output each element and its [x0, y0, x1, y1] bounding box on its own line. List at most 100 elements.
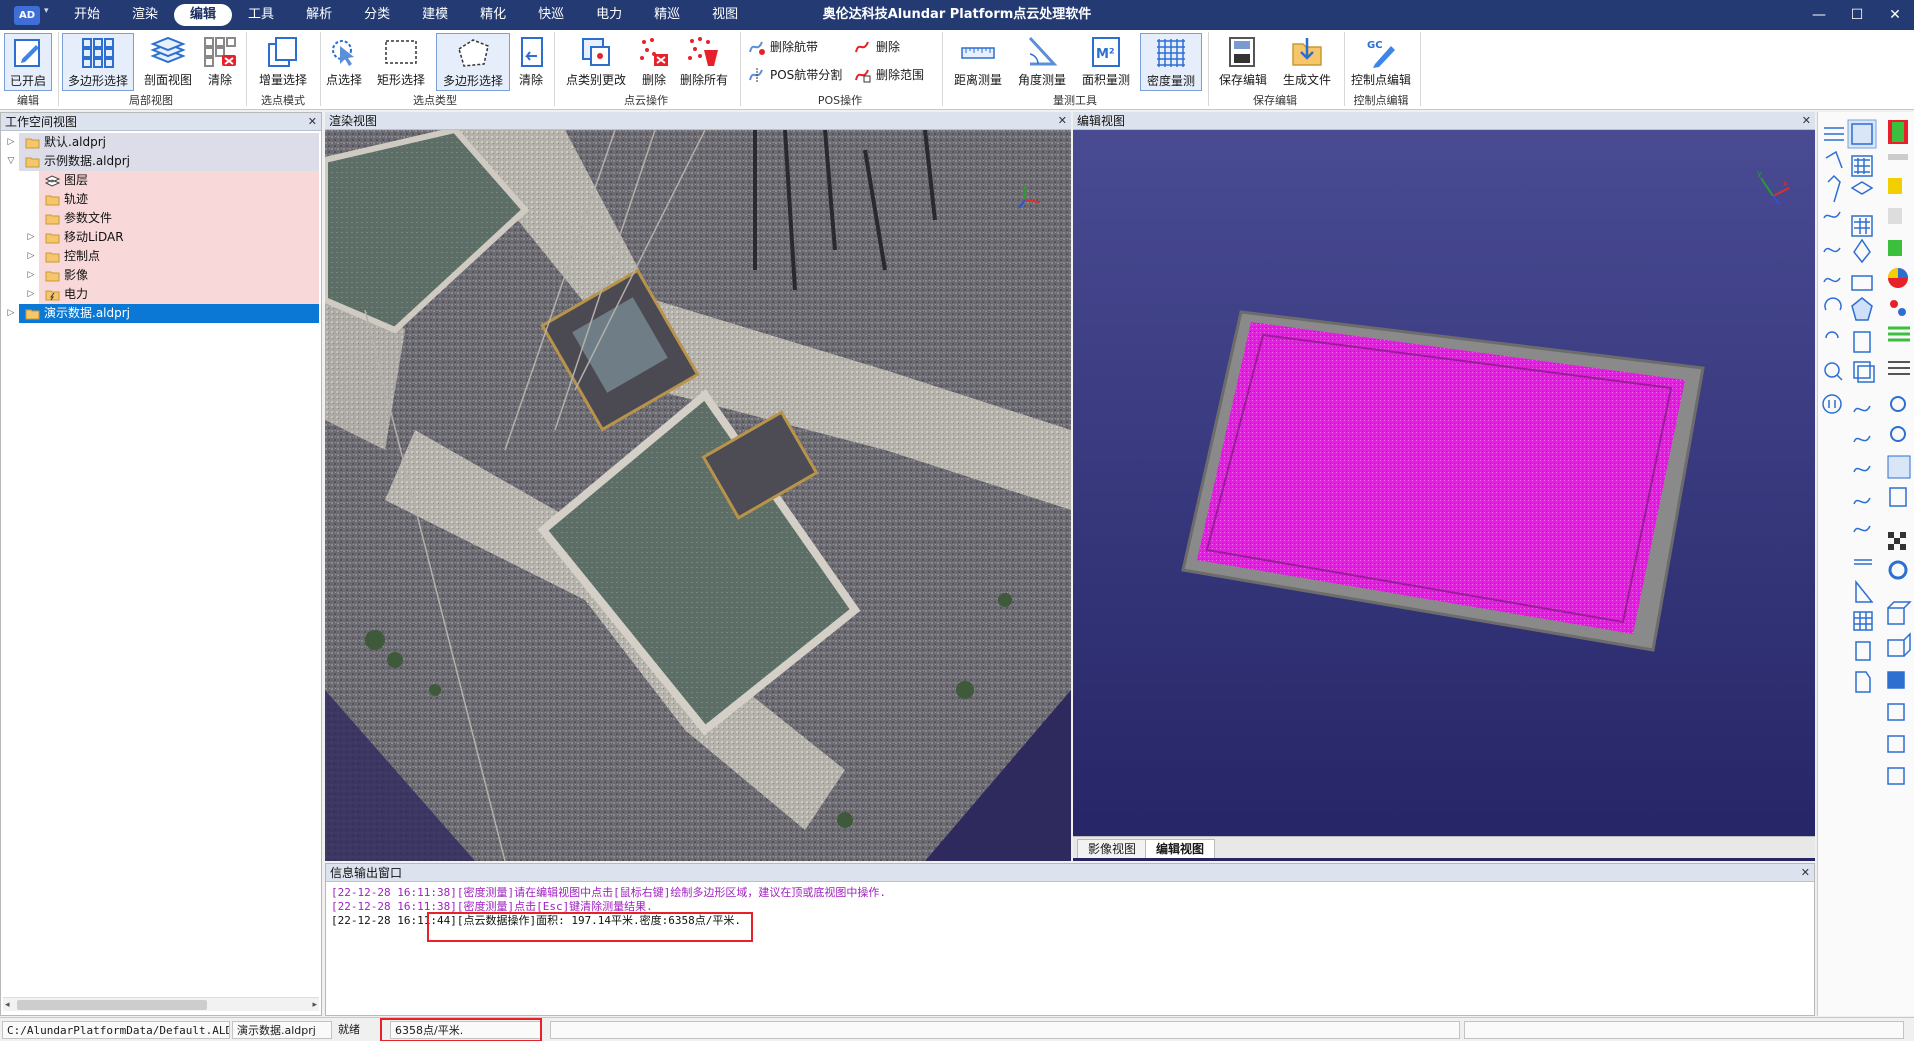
angle-measure-button[interactable]: 角度测量: [1012, 33, 1072, 91]
delete-points-label: 删除: [641, 73, 666, 87]
layers-icon: [150, 36, 186, 68]
distance-measure-button[interactable]: 距离测量: [948, 33, 1008, 91]
menu-tab-3[interactable]: 工具: [232, 4, 290, 26]
delete-pos-button[interactable]: 删除: [852, 36, 900, 58]
menu-tab-8[interactable]: 快巡: [522, 4, 580, 26]
menu-tab-2[interactable]: 编辑: [174, 4, 233, 26]
scroll-right-icon[interactable]: ▸: [312, 998, 317, 1012]
view-tab-strip: 影像视图 编辑视图: [1073, 836, 1815, 858]
angle-measure-label: 角度测量: [1017, 73, 1066, 87]
profile-view-button[interactable]: 剖面视图: [138, 33, 198, 91]
incremental-select-button[interactable]: 增量选择: [252, 33, 314, 91]
delete-range-button[interactable]: 删除范围: [852, 64, 924, 86]
close-icon[interactable]: ✕: [1801, 864, 1810, 882]
angle-icon: [1024, 36, 1060, 68]
poly-select-button[interactable]: 多边形选择: [436, 33, 510, 91]
svg-text:M²: M²: [1096, 47, 1115, 62]
expand-right-icon[interactable]: ▷: [5, 304, 17, 323]
menu-tab-6[interactable]: 建模: [406, 4, 464, 26]
control-point-edit-button[interactable]: GC 控制点编辑: [1348, 33, 1414, 91]
expand-right-icon[interactable]: ▷: [25, 266, 37, 285]
expand-right-icon[interactable]: ▷: [25, 228, 37, 247]
save-edit-button[interactable]: 保存编辑: [1212, 33, 1274, 91]
tree-item-label: 控制点: [64, 249, 101, 263]
edit-view-header: 编辑视图 ✕: [1073, 112, 1815, 130]
rect-select-button[interactable]: 矩形选择: [370, 33, 432, 91]
tree-item[interactable]: ▽ 示例数据.aldprj: [3, 152, 319, 171]
tree-item[interactable]: ▷ 演示数据.aldprj: [3, 304, 319, 323]
menu-tab-10[interactable]: 精巡: [638, 4, 696, 26]
highlight-box-log: [427, 912, 753, 942]
render-view-header: 渲染视图 ✕: [325, 112, 1071, 130]
app-logo[interactable]: AD: [14, 6, 40, 25]
close-icon[interactable]: ✕: [1058, 112, 1067, 130]
tree-item-label: 图层: [64, 173, 89, 187]
render-view-title: 渲染视图: [329, 114, 378, 128]
menu-tab-4[interactable]: 解析: [290, 4, 348, 26]
expand-right-icon[interactable]: ▷: [5, 133, 17, 152]
edit-canvas[interactable]: x y: [1073, 130, 1815, 836]
gc-pen-icon: GC: [1363, 36, 1399, 68]
maximize-button[interactable]: ☐: [1838, 0, 1876, 30]
tree-item[interactable]: 轨迹: [3, 190, 319, 209]
control-point-edit-label: 控制点编辑: [1350, 73, 1411, 87]
menu-tab-11[interactable]: 视图: [696, 4, 754, 26]
rect-select-label: 矩形选择: [376, 73, 425, 87]
delete-all-button[interactable]: 删除所有: [676, 33, 732, 91]
edit-view-title: 编辑视图: [1077, 114, 1126, 128]
tree-item[interactable]: ▷ 移动LiDAR: [3, 228, 319, 247]
close-icon[interactable]: ✕: [1802, 112, 1811, 130]
render-canvas[interactable]: [325, 130, 1071, 861]
expand-right-icon[interactable]: ▷: [25, 247, 37, 266]
close-button[interactable]: ✕: [1876, 0, 1914, 30]
menu-tab-1[interactable]: 渲染: [116, 4, 174, 26]
app-window: AD ▾ 开始 渲染 编辑 工具 解析 分类 建模 精化 快巡 电力 精巡 视图 奥伦达科技Alund…: [0, 0, 1914, 1041]
menu-tab-5[interactable]: 分类: [348, 4, 406, 26]
tree-item[interactable]: ▷ 默认.aldprj: [3, 133, 319, 152]
tree-item-label: 默认.aldprj: [44, 135, 107, 149]
tab-image-view[interactable]: 影像视图: [1077, 839, 1148, 858]
ribbon-divider: [1208, 32, 1209, 106]
enabled-button[interactable]: 已开启: [4, 33, 52, 91]
tree-item[interactable]: ▷ 电力: [3, 285, 319, 304]
delete-strip-button[interactable]: 删除航带: [746, 36, 818, 58]
quick-access-arrow-icon[interactable]: ▾: [44, 6, 49, 16]
tab-edit-view[interactable]: 编辑视图: [1145, 839, 1216, 858]
menu-tab-9[interactable]: 电力: [580, 4, 638, 26]
poly-select-partial-button[interactable]: 多边形选择: [62, 33, 134, 91]
folder-icon: [45, 212, 60, 225]
clear-select-button[interactable]: 清除: [514, 33, 548, 91]
menu-tab-0[interactable]: 开始: [58, 4, 116, 26]
tree-item-label: 示例数据.aldprj: [44, 154, 131, 168]
close-icon[interactable]: ✕: [308, 113, 317, 131]
undo-doc-icon: [514, 36, 550, 68]
tree-item[interactable]: 参数文件: [3, 209, 319, 228]
expand-down-icon[interactable]: ▽: [5, 152, 17, 171]
tree-item[interactable]: ▷ 影像: [3, 266, 319, 285]
area-measure-button[interactable]: M² 面积量测: [1076, 33, 1136, 91]
tree-item[interactable]: ▷ 控制点: [3, 247, 319, 266]
point-class-change-button[interactable]: 点类别更改: [560, 33, 632, 91]
clear-partial-button[interactable]: 清除: [200, 33, 240, 91]
density-measure-button[interactable]: 密度量测: [1140, 33, 1202, 91]
tree-item-label: 演示数据.aldprj: [44, 306, 131, 320]
highlight-box-status: [380, 1018, 542, 1041]
log-output-panel: 信息输出窗口 ✕ [22-12-28 16:11:38][密度测量]请在编辑视图…: [325, 863, 1815, 1016]
clear-select-label: 清除: [518, 73, 543, 87]
point-select-label: 点选择: [325, 73, 362, 87]
pos-strip-split-button[interactable]: POS航带分割: [746, 64, 842, 86]
folder-download-icon: [1289, 36, 1325, 68]
expand-right-icon[interactable]: ▷: [25, 285, 37, 304]
ribbon-divider: [320, 32, 321, 106]
tree-item[interactable]: 图层: [3, 171, 319, 190]
folder-icon: [45, 250, 60, 263]
horizontal-scrollbar[interactable]: ◂ ▸: [3, 997, 319, 1011]
scroll-left-icon[interactable]: ◂: [5, 998, 10, 1012]
delete-points-button[interactable]: 删除: [634, 33, 674, 91]
point-select-button[interactable]: 点选择: [322, 33, 366, 91]
minimize-button[interactable]: —: [1800, 0, 1838, 30]
generate-file-button[interactable]: 生成文件: [1276, 33, 1338, 91]
menu-tab-7[interactable]: 精化: [464, 4, 522, 26]
tree-item-label: 移动LiDAR: [64, 230, 124, 244]
scrollbar-thumb[interactable]: [17, 1000, 207, 1010]
